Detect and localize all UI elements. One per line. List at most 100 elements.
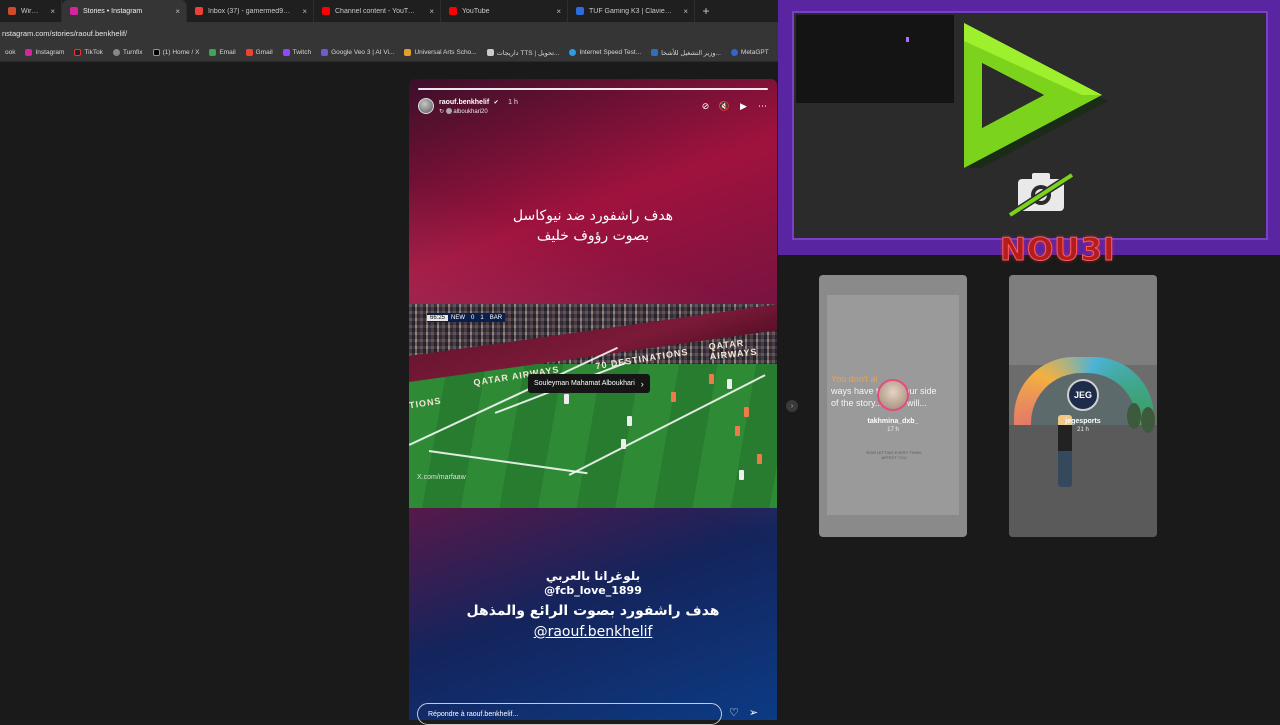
gmail-icon	[195, 7, 203, 15]
tab-close-icon[interactable]: ×	[50, 7, 55, 16]
bookmark-label: Twitch	[292, 49, 312, 56]
match-clock: 66:25	[427, 314, 449, 321]
bookmark-tts[interactable]: داريجات TTS | تحويل...	[482, 49, 565, 57]
asus-icon	[576, 7, 584, 15]
bookmark-metagpt[interactable]: MetaGPT	[726, 49, 774, 56]
tab-close-icon[interactable]: ×	[175, 7, 180, 16]
bookmark-tiktok[interactable]: TikTok	[69, 49, 108, 56]
bookmark-label: Universal Arts Scho...	[414, 49, 477, 56]
tab-gmail-inbox[interactable]: Inbox (37) - gamermed97@gm ×	[187, 0, 314, 22]
play-icon[interactable]: ▶	[738, 101, 749, 112]
caption-bottom-line-3: هدف راشفورد بصوت الرائع والمذهل	[466, 603, 720, 619]
caption-top-line-2: بصوت رؤوف خليف	[536, 228, 650, 244]
caption-bottom-line-4: @raouf.benkhelif	[533, 624, 653, 640]
youtube-icon	[322, 7, 330, 15]
mention-tag-label: Souleyman Mahamat Alboukhari	[534, 380, 635, 387]
story-progress-bar	[418, 88, 768, 90]
tab-label: Wired USB Lo	[21, 7, 53, 15]
story-user-name: takhmina_dxb_	[867, 418, 919, 425]
story-author-username[interactable]: raouf.benkhelif	[439, 99, 489, 106]
story-time: 1 h	[508, 99, 518, 106]
bookmark-facebook[interactable]: ook	[0, 49, 20, 56]
instagram-icon	[70, 7, 78, 15]
active-story[interactable]: raouf.benkhelif ✔ 1 h ↻ alboukhari20 ⊘ 🔇…	[409, 79, 777, 720]
player	[671, 392, 676, 402]
bookmark-label: Instagram	[35, 49, 65, 56]
verified-badge-icon: ✔	[493, 100, 499, 106]
gmail-icon	[245, 49, 253, 56]
story-preview-jegesports[interactable]: JEG jegesports 21 h	[1009, 275, 1157, 537]
preview-person	[1058, 415, 1072, 487]
player	[757, 454, 762, 464]
tab-instagram-stories[interactable]: Stories • Instagram ×	[62, 0, 187, 22]
mention-tag[interactable]: Souleyman Mahamat Alboukhari ›	[528, 374, 650, 393]
tab-wired-usb[interactable]: Wired USB Lo ×	[0, 0, 62, 22]
bookmark-ministry[interactable]: وزير التشغيل للأشخا...	[646, 49, 726, 57]
repost-user-avatar	[445, 108, 452, 115]
match-scoreboard: 66:25 NEW 0 1 BAR	[427, 313, 506, 322]
streamer-brand-text: NOU3I	[1000, 232, 1116, 269]
x-logo-icon	[152, 49, 160, 56]
stream-overlay-frame	[778, 0, 1280, 255]
bookmark-label: Email	[219, 49, 236, 56]
chevron-right-icon: ›	[640, 378, 644, 389]
bookmark-label: داريجات TTS | تحويل...	[496, 49, 560, 57]
bookmark-speed-test[interactable]: Internet Speed Test...	[564, 49, 646, 56]
bookmark-x-home[interactable]: (1) Home / X	[148, 49, 205, 56]
player	[735, 426, 740, 436]
story-author-info: raouf.benkhelif ✔ 1 h ↻ alboukhari20	[439, 95, 518, 117]
bookmark-gmail[interactable]: Gmail	[241, 49, 278, 56]
tab-youtube-studio[interactable]: Channel content - YouTube Stu ×	[314, 0, 441, 22]
url-text[interactable]: nstagram.com/stories/raouf.benkhelif/	[2, 29, 127, 38]
globe-icon	[112, 49, 120, 56]
hide-icon[interactable]: ⊘	[700, 101, 711, 112]
tiktok-icon	[74, 49, 82, 56]
tab-close-icon[interactable]: ×	[302, 7, 307, 16]
caption-bottom-line-2: @fcb_love_1899	[544, 584, 642, 597]
story-user-name: jegesports	[1065, 418, 1101, 425]
bookmark-google-veo[interactable]: Google Veo 3 | AI Vi...	[316, 49, 399, 56]
tab-label: YouTube	[462, 7, 490, 15]
home-score: 0	[471, 314, 475, 321]
mute-icon[interactable]: 🔇	[719, 101, 730, 112]
more-options-icon[interactable]: ⋯	[757, 101, 768, 112]
bookmark-universal-arts[interactable]: Universal Arts Scho...	[399, 49, 481, 56]
tab-close-icon[interactable]: ×	[429, 7, 434, 16]
caption-bottom-line-1: بلوغرانا بالعربي	[545, 569, 641, 583]
reply-placeholder: Répondre à raouf.benkhelif...	[428, 710, 519, 718]
story-author-avatar[interactable]	[418, 98, 434, 114]
story-user-time: 17 h	[887, 427, 899, 433]
tab-asus-tuf[interactable]: TUF Gaming K3 | Claviers | ASU ×	[568, 0, 695, 22]
next-story-arrow-icon[interactable]: ›	[786, 400, 798, 412]
home-team: NEW	[451, 314, 466, 321]
preview-text-highlight: You don't al	[831, 374, 878, 384]
share-send-icon[interactable]: ➢	[749, 706, 758, 719]
away-team: BAR	[489, 314, 503, 321]
bookmark-turnfix[interactable]: Turnfix	[108, 49, 148, 56]
bookmark-label: وزير التشغيل للأشخا...	[661, 49, 721, 57]
story-user-avatar: JEG	[1067, 379, 1099, 411]
twitch-icon	[282, 49, 290, 56]
bookmark-instagram[interactable]: Instagram	[20, 49, 69, 56]
tab-close-icon[interactable]: ×	[683, 7, 688, 16]
tab-close-icon[interactable]: ×	[556, 7, 561, 16]
story-preview-takhmina[interactable]: You don't always have to tell your side …	[819, 275, 967, 537]
bookmark-twitch[interactable]: Twitch	[278, 49, 316, 56]
tab-label: TUF Gaming K3 | Claviers | ASU	[589, 7, 686, 15]
player	[627, 416, 632, 426]
speedometer-icon	[569, 49, 577, 56]
stream-overlay-panel	[792, 11, 1268, 240]
story-user-time: 21 h	[1077, 427, 1089, 433]
like-heart-icon[interactable]: ♡	[729, 706, 739, 719]
video-watermark: X.com/marfaaw	[417, 474, 466, 481]
story-video-frame[interactable]: QATAR AIRWAYS 70 DESTINATIONS QATAR AIRW…	[409, 304, 777, 508]
repost-username[interactable]: alboukhari20	[453, 109, 487, 115]
veo-icon	[321, 49, 329, 56]
reply-input[interactable]: Répondre à raouf.benkhelif...	[417, 703, 722, 725]
story-header: raouf.benkhelif ✔ 1 h ↻ alboukhari20 ⊘ 🔇…	[418, 96, 768, 116]
tts-icon	[486, 49, 494, 56]
bookmark-email[interactable]: Email	[204, 49, 240, 56]
new-tab-button[interactable]: +	[695, 0, 717, 22]
tab-youtube[interactable]: YouTube ×	[441, 0, 568, 22]
repost-icon: ↻	[439, 109, 445, 115]
